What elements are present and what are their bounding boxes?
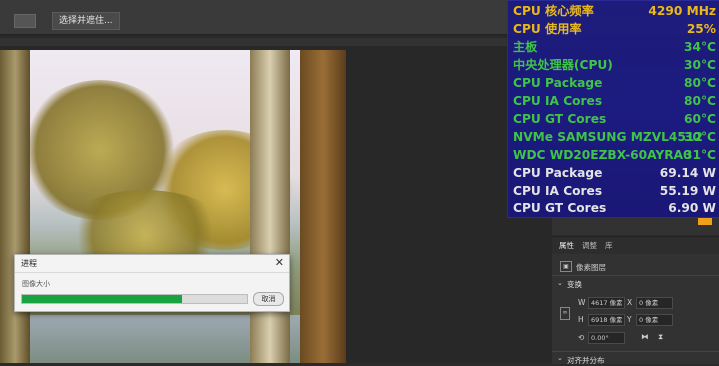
monitor-row: 主板 34°C xyxy=(513,39,718,56)
divider xyxy=(552,275,719,276)
monitor-row-label: NVMe SAMSUNG MZVL4512 xyxy=(513,130,703,144)
monitor-row-label: CPU GT Cores xyxy=(513,201,607,215)
monitor-row-label: CPU IA Cores xyxy=(513,184,603,198)
flip-vertical-icon[interactable]: ⧗ xyxy=(658,332,663,342)
image-tree-trunk xyxy=(0,50,30,363)
tab-properties[interactable]: 属性 xyxy=(559,240,574,251)
monitor-row-value: 69.14 W xyxy=(659,166,716,180)
monitor-row-label: CPU Package xyxy=(513,166,603,180)
width-label: W xyxy=(578,298,586,307)
cancel-button[interactable]: 取消 xyxy=(253,292,284,306)
monitor-row: CPU Package 69.14 W xyxy=(513,165,718,182)
height-label: H xyxy=(578,315,584,324)
rotate-icon: ⟲ xyxy=(578,333,585,342)
monitor-row: CPU 使用率 25% xyxy=(513,21,718,38)
monitor-row: CPU GT Cores 6.90 W xyxy=(513,200,718,217)
link-icon[interactable]: ∞ xyxy=(560,307,570,320)
monitor-row: CPU IA Cores 55.19 W xyxy=(513,183,718,200)
divider xyxy=(552,351,719,352)
document-image[interactable] xyxy=(0,50,346,363)
monitor-row: 中央处理器(CPU) 30°C xyxy=(513,57,718,74)
dialog-title: 进程 xyxy=(21,259,37,268)
monitor-row-value: 30°C xyxy=(684,58,716,72)
panel-tabs: 属性 调整 库 xyxy=(552,237,719,254)
hardware-monitor-overlay: CPU 核心频率 4290 MHz CPU 使用率 25% 主板 34°C 中央… xyxy=(507,0,719,218)
monitor-row-value: 30°C xyxy=(684,130,716,144)
dialog-divider xyxy=(15,272,289,273)
monitor-row: CPU GT Cores 60°C xyxy=(513,111,718,128)
monitor-row: WDC WD20EZBX-60AYRA0 31°C xyxy=(513,147,718,164)
y-field[interactable]: 0 像素 xyxy=(636,314,673,326)
monitor-row-label: CPU Package xyxy=(513,76,603,90)
x-field[interactable]: 0 像素 xyxy=(636,297,673,309)
monitor-row-label: CPU GT Cores xyxy=(513,112,607,126)
monitor-row-label: CPU 使用率 xyxy=(513,22,582,36)
monitor-row-label: CPU IA Cores xyxy=(513,94,603,108)
monitor-row: NVMe SAMSUNG MZVL4512 30°C xyxy=(513,129,718,146)
monitor-row-value: 34°C xyxy=(684,40,716,54)
monitor-row-label: WDC WD20EZBX-60AYRA0 xyxy=(513,148,692,162)
progress-bar-fill xyxy=(22,295,182,303)
monitor-row-value: 80°C xyxy=(684,94,716,108)
close-icon[interactable]: ✕ xyxy=(275,256,284,269)
angle-field[interactable]: 0.00° xyxy=(588,332,625,344)
flip-horizontal-icon[interactable]: ⧓ xyxy=(641,332,649,341)
height-field[interactable]: 6918 像素 xyxy=(588,314,625,326)
x-label: X xyxy=(627,298,633,307)
monitor-row-value: 31°C xyxy=(684,148,716,162)
chevron-down-icon[interactable]: ⌄ xyxy=(557,354,563,362)
progress-dialog: 进程 ✕ 图像大小 取消 xyxy=(14,254,290,312)
monitor-row-value: 80°C xyxy=(684,76,716,90)
width-field[interactable]: 4617 像素 xyxy=(588,297,625,309)
properties-panel: 属性 调整 库 ▣ 像素图层 ⌄ 变换 W 4617 像素 X 0 像素 ∞ H… xyxy=(552,236,719,366)
tab-libraries[interactable]: 库 xyxy=(605,240,613,251)
scrollbar-accent xyxy=(698,218,712,225)
monitor-row-label: CPU 核心频率 xyxy=(513,4,594,18)
y-label: Y xyxy=(627,315,632,324)
progress-bar xyxy=(21,294,248,304)
transform-section-title[interactable]: 变换 xyxy=(567,279,582,290)
monitor-row: CPU 核心频率 4290 MHz xyxy=(513,3,718,20)
monitor-row: CPU IA Cores 80°C xyxy=(513,93,718,110)
align-section-title[interactable]: 对齐并分布 xyxy=(567,355,605,366)
tab-adjustments[interactable]: 调整 xyxy=(582,240,597,251)
image-water xyxy=(0,315,346,363)
chevron-down-icon[interactable]: ⌄ xyxy=(557,279,563,287)
layer-type-label: 像素图层 xyxy=(576,263,606,272)
monitor-row-value: 55.19 W xyxy=(659,184,716,198)
monitor-row-value: 60°C xyxy=(684,112,716,126)
select-and-mask-button[interactable]: 选择并遮住... xyxy=(52,12,120,30)
monitor-row-value: 6.90 W xyxy=(668,201,716,215)
color-swatch[interactable] xyxy=(14,14,36,28)
pixel-layer-icon: ▣ xyxy=(560,261,572,272)
image-tree-trunk xyxy=(300,50,346,363)
document-tab-bar xyxy=(0,38,552,46)
monitor-row-value: 25% xyxy=(686,22,716,36)
monitor-row-label: 中央处理器(CPU) xyxy=(513,58,613,72)
progress-status-text: 图像大小 xyxy=(22,280,50,288)
image-tree-trunk xyxy=(250,50,290,363)
monitor-row: CPU Package 80°C xyxy=(513,75,718,92)
monitor-row-label: 主板 xyxy=(513,40,538,54)
monitor-row-value: 4290 MHz xyxy=(648,4,716,18)
